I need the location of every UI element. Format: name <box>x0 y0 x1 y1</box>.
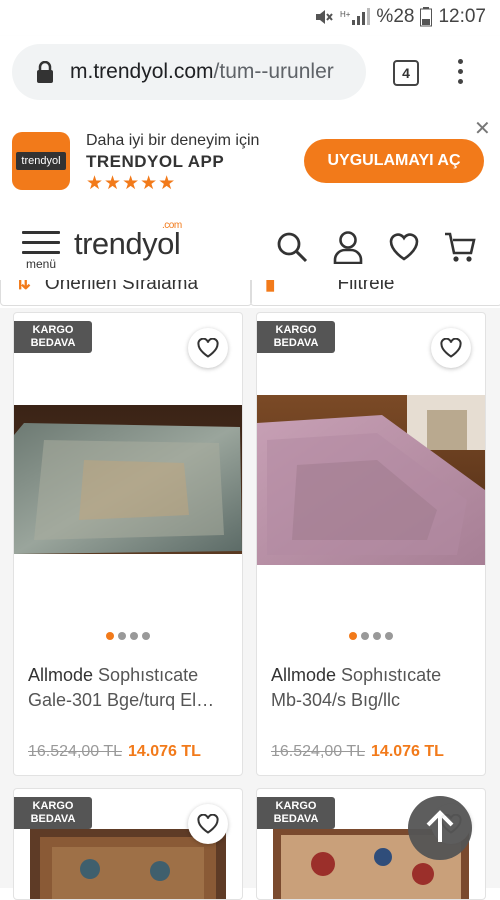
banner-subtitle: Daha iyi bir deneyim için <box>86 132 260 149</box>
old-price: 16.524,00 TL <box>28 743 123 760</box>
address-bar[interactable]: m.trendyol.com/tum--urunler <box>12 44 366 100</box>
sale-price: 14.076 TL <box>371 743 444 760</box>
product-card[interactable]: KARGO BEDAVA <box>13 788 243 900</box>
free-shipping-badge: KARGO BEDAVA <box>14 797 92 829</box>
filter-icon: ▮ <box>265 280 276 294</box>
hamburger-icon <box>22 231 60 234</box>
product-card[interactable]: KARGO BEDAVA Allmode Sophıstıcate Gale-30… <box>13 312 243 776</box>
scroll-to-top-button[interactable] <box>408 796 472 860</box>
product-brand: Allmode <box>28 665 94 685</box>
app-banner: trendyol Daha iyi bir deneyim için TREND… <box>0 112 500 214</box>
free-shipping-badge: KARGO BEDAVA <box>257 797 335 829</box>
mute-icon <box>316 10 334 24</box>
browser-toolbar: m.trendyol.com/tum--urunler 4 <box>0 36 500 112</box>
favorite-button[interactable] <box>188 328 228 368</box>
cart-icon[interactable] <box>444 230 476 264</box>
free-shipping-badge: KARGO BEDAVA <box>257 321 335 353</box>
sort-button[interactable]: ⇅ Önerilen Sıralama <box>0 280 252 306</box>
heart-icon <box>440 338 462 358</box>
battery-icon <box>420 7 433 27</box>
price-block: 16.524,00 TL 14.076 TL <box>271 743 444 761</box>
site-header: menü trendyol .com <box>0 214 500 280</box>
old-price: 16.524,00 TL <box>271 743 366 760</box>
url-host: m.trendyol.com <box>70 60 214 83</box>
heart-icon <box>197 338 219 358</box>
filter-button[interactable]: ▮ Filtrele <box>250 280 500 306</box>
free-shipping-badge: KARGO BEDAVA <box>14 321 92 353</box>
price-block: 16.524,00 TL 14.076 TL <box>28 743 201 761</box>
product-image <box>257 395 485 565</box>
tabs-icon[interactable]: 4 <box>393 60 419 86</box>
sale-price: 14.076 TL <box>128 743 201 760</box>
heart-icon[interactable] <box>388 230 420 264</box>
user-icon[interactable] <box>332 230 364 264</box>
svg-text:H+: H+ <box>340 10 351 19</box>
heart-icon <box>197 814 219 834</box>
product-brand: Allmode <box>271 665 337 685</box>
site-logo[interactable]: trendyol .com <box>74 220 182 262</box>
menu-icon[interactable] <box>450 56 470 88</box>
favorite-button[interactable] <box>188 804 228 844</box>
product-card[interactable]: KARGO BEDAVA Allmode Sophıstıcate Mb-304/… <box>256 312 486 776</box>
hamburger-menu[interactable]: menü <box>22 231 60 271</box>
sort-filter-bar: ⇅ Önerilen Sıralama ▮ Filtrele <box>0 280 500 309</box>
lock-icon <box>37 61 53 83</box>
product-title[interactable]: Allmode Sophıstıcate Mb-304/s Bıg/llc <box>271 663 471 713</box>
arrow-up-icon <box>426 810 454 842</box>
menu-label: menü <box>25 257 57 271</box>
product-title[interactable]: Allmode Sophıstıcate Gale-301 Bge/turq E… <box>28 663 228 713</box>
signal-icon: H+ <box>340 8 371 25</box>
favorite-button[interactable] <box>431 328 471 368</box>
url-path: /tum--urunler <box>213 60 334 83</box>
site-logo-text: trendyol <box>74 226 181 261</box>
banner-title: TRENDYOL APP <box>86 152 225 171</box>
image-carousel-dots[interactable] <box>14 627 242 645</box>
open-app-button[interactable]: UYGULAMAYI AÇ <box>304 139 484 183</box>
app-logo: trendyol <box>12 132 70 190</box>
sort-label: Önerilen Sıralama <box>44 280 199 294</box>
battery-percent: %28 <box>376 6 415 27</box>
product-image <box>14 405 242 554</box>
site-logo-com: .com <box>162 220 182 231</box>
rating-stars: ★★★★★ <box>86 173 177 194</box>
clock: 12:07 <box>438 6 486 27</box>
close-banner-icon[interactable]: ✕ <box>474 116 491 141</box>
status-bar: H+ %28 12:07 <box>0 0 500 36</box>
url-text[interactable]: m.trendyol.com/tum--urunler <box>70 60 360 84</box>
sort-icon: ⇅ <box>15 280 31 294</box>
search-icon[interactable] <box>276 230 308 264</box>
app-logo-text: trendyol <box>16 152 66 170</box>
image-carousel-dots[interactable] <box>257 627 485 645</box>
filter-label: Filtrele <box>337 280 395 294</box>
